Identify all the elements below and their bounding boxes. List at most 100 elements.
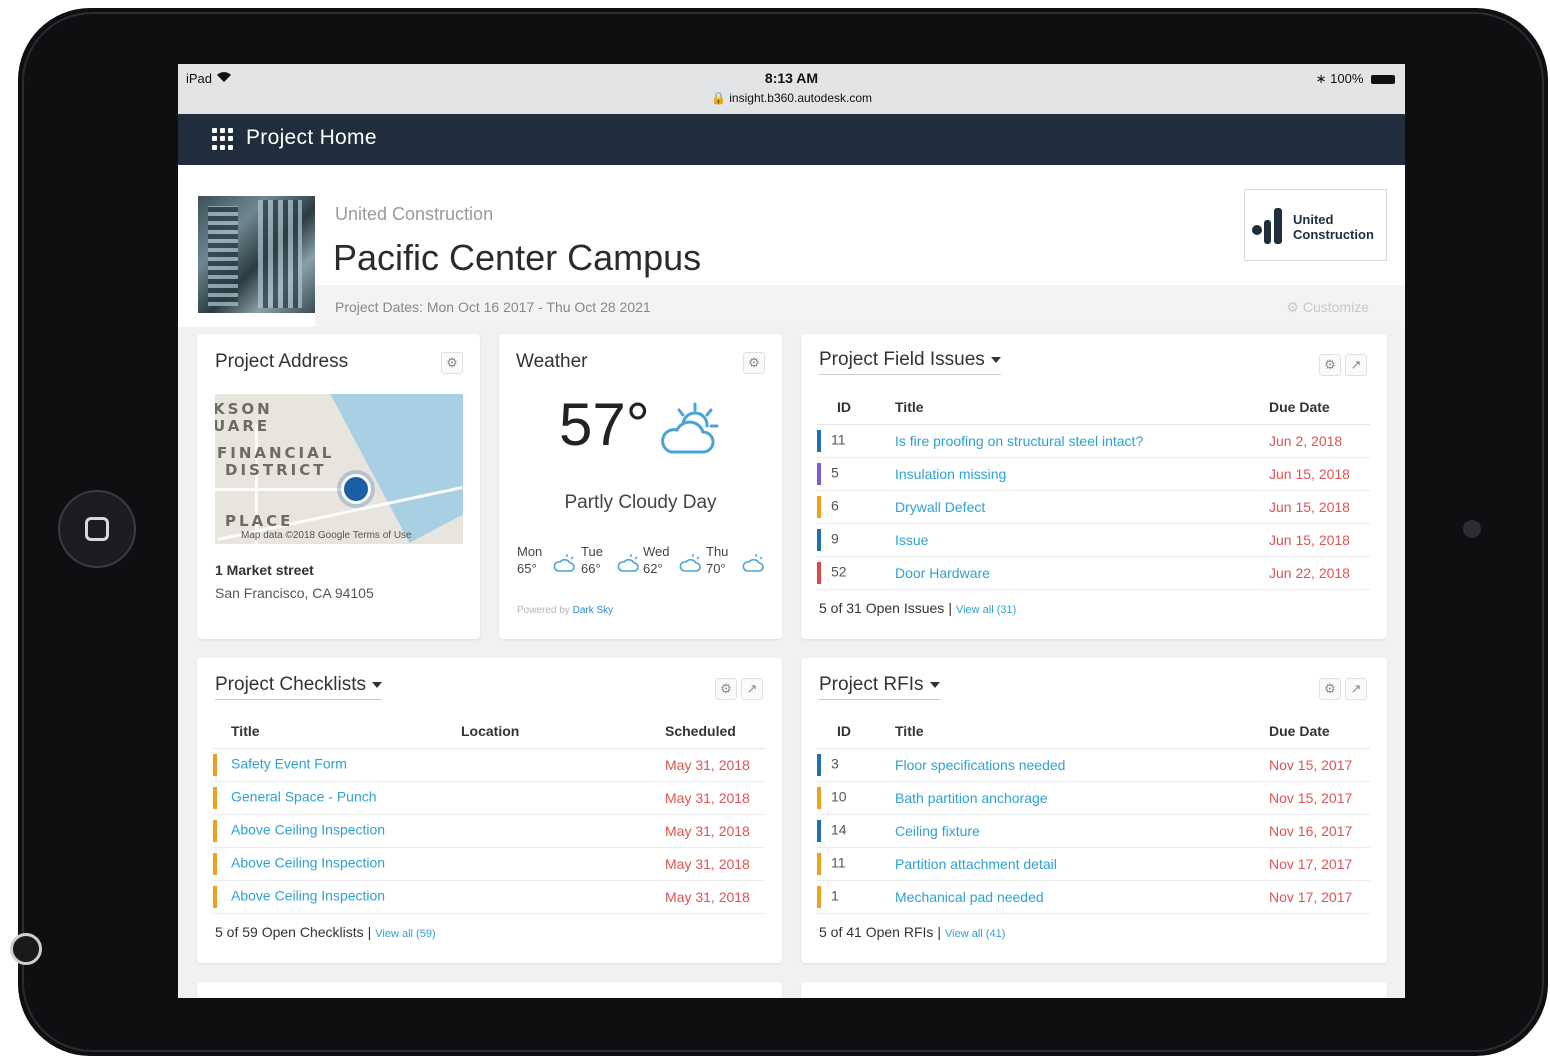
column-header-location[interactable]: Location [461, 714, 665, 749]
row-title-link[interactable]: Issue [895, 532, 928, 548]
table-row[interactable]: Above Ceiling Inspection May 31, 2018 [213, 880, 765, 914]
table-row[interactable]: Safety Event Form May 31, 2018 [213, 748, 765, 782]
table-row[interactable]: General Space - Punch May 31, 2018 [213, 781, 765, 815]
table-row[interactable]: 52 Door Hardware Jun 22, 2018 [817, 556, 1370, 590]
row-title-link[interactable]: Mechanical pad needed [895, 889, 1044, 905]
dark-sky-link[interactable]: Dark Sky [573, 605, 614, 616]
rfis-footer: 5 of 41 Open RFIs | View all (41) [819, 924, 1006, 940]
row-due-date: Nov 15, 2017 [1269, 790, 1353, 806]
table-row[interactable]: 6 Drywall Defect Jun 15, 2018 [817, 490, 1370, 524]
top-navbar: Project Home [178, 114, 1405, 165]
map-label: FINANCIAL [217, 444, 335, 462]
checklists-card: Project Checklists ⚙ ↗ Title Location Sc… [197, 658, 782, 963]
row-due-date: Jun 2, 2018 [1269, 433, 1343, 449]
row-id: 6 [831, 497, 839, 514]
battery-icon [1371, 75, 1395, 85]
row-title-link[interactable]: Above Ceiling Inspection [231, 822, 385, 838]
location-map[interactable]: KSON UARE FINANCIAL DISTRICT PLACE Map d… [215, 394, 463, 544]
table-row[interactable]: 3 Floor specifications needed Nov 15, 2017 [817, 748, 1370, 782]
status-bar-marker [817, 463, 821, 485]
forecast-day: Thu 70° [706, 544, 768, 576]
issues-expand-icon[interactable]: ↗ [1345, 354, 1367, 376]
status-bar-marker [213, 853, 217, 875]
customize-button[interactable]: ⚙ Customize [1286, 299, 1369, 316]
caret-down-icon [990, 356, 1001, 363]
column-header-id[interactable]: ID [817, 714, 895, 749]
status-bar-marker [817, 754, 821, 776]
column-header-title[interactable]: Title [895, 390, 1269, 425]
checklists-settings-gear-icon[interactable]: ⚙ [715, 678, 737, 700]
table-row[interactable]: 11 Partition attachment detail Nov 17, 201… [817, 847, 1370, 881]
column-header-scheduled[interactable]: Scheduled [665, 714, 765, 749]
column-header-due-date[interactable]: Due Date [1269, 390, 1370, 425]
table-row[interactable]: Above Ceiling Inspection May 31, 2018 [213, 847, 765, 881]
rfis-card: Project RFIs ⚙ ↗ ID Title Due Date 3 Floo… [801, 658, 1387, 963]
home-button[interactable] [58, 490, 136, 568]
rfis-view-all-link[interactable]: View all (41) [945, 928, 1005, 940]
logo-text-line2: Construction [1293, 227, 1374, 242]
checklists-dropdown[interactable]: Project Checklists [215, 674, 382, 700]
rfis-expand-icon[interactable]: ↗ [1345, 678, 1367, 700]
row-title-link[interactable]: Drywall Defect [895, 499, 985, 515]
rfis-dropdown[interactable]: Project RFIs [819, 674, 940, 700]
row-scheduled: May 31, 2018 [665, 790, 750, 806]
column-header-title[interactable]: Title [895, 714, 1269, 749]
checklists-expand-icon[interactable]: ↗ [741, 678, 763, 700]
app-menu-grid-icon[interactable] [212, 128, 234, 150]
row-id: 52 [831, 563, 847, 580]
row-title-link[interactable]: Is fire proofing on structural steel int… [895, 433, 1143, 449]
lock-icon: 🔒 [710, 91, 726, 105]
status-bar-marker [817, 496, 821, 518]
row-title-link[interactable]: Above Ceiling Inspection [231, 855, 385, 871]
address-settings-gear-icon[interactable]: ⚙ [441, 352, 463, 374]
side-button [10, 933, 42, 965]
issues-dropdown[interactable]: Project Field Issues [819, 349, 1001, 375]
row-title-link[interactable]: Above Ceiling Inspection [231, 888, 385, 904]
table-row[interactable]: Above Ceiling Inspection May 31, 2018 [213, 814, 765, 848]
status-bar-marker [817, 529, 821, 551]
row-title-link[interactable]: Bath partition anchorage [895, 790, 1048, 806]
table-row[interactable]: 5 Insulation missing Jun 15, 2018 [817, 457, 1370, 491]
column-header-due-date[interactable]: Due Date [1269, 714, 1370, 749]
row-title-link[interactable]: Door Hardware [895, 565, 990, 581]
row-title-link[interactable]: Safety Event Form [231, 756, 347, 772]
table-row[interactable]: 11 Is fire proofing on structural steel i… [817, 424, 1370, 458]
row-title-link[interactable]: General Space - Punch [231, 789, 377, 805]
table-row[interactable]: 9 Issue Jun 15, 2018 [817, 523, 1370, 557]
row-due-date: Nov 17, 2017 [1269, 856, 1353, 872]
clock: 8:13 AM [764, 70, 819, 86]
weather-settings-gear-icon[interactable]: ⚙ [743, 352, 765, 374]
row-title-link[interactable]: Ceiling fixture [895, 823, 980, 839]
map-label: KSON [215, 400, 273, 418]
column-header-title[interactable]: Title [213, 714, 461, 749]
checklists-view-all-link[interactable]: View all (59) [375, 928, 435, 940]
issues-card-title: Project Field Issues [819, 349, 985, 370]
status-bar-marker [817, 853, 821, 875]
issues-view-all-link[interactable]: View all (31) [956, 604, 1016, 616]
address-line-2: San Francisco, CA 94105 [215, 585, 374, 601]
row-id: 9 [831, 530, 839, 547]
row-title-link[interactable]: Partition attachment detail [895, 856, 1057, 872]
table-row[interactable]: 1 Mechanical pad needed Nov 17, 2017 [817, 880, 1370, 914]
row-due-date: Jun 15, 2018 [1269, 466, 1350, 482]
partly-cloudy-icon [742, 554, 764, 572]
row-due-date: Nov 16, 2017 [1269, 823, 1353, 839]
row-title-link[interactable]: Floor specifications needed [895, 757, 1065, 773]
weather-condition: Partly Cloudy Day [564, 492, 717, 513]
status-bar-marker [213, 820, 217, 842]
address-line-1: 1 Market street [215, 562, 314, 578]
caret-down-icon [929, 681, 940, 688]
column-header-id[interactable]: ID [817, 390, 895, 425]
url-bar[interactable]: 🔒 insight.b360.autodesk.com [178, 91, 1405, 105]
checklists-summary: 5 of 59 Open Checklists [215, 924, 364, 940]
row-id: 11 [831, 854, 846, 871]
bluetooth-icon: ∗ [1315, 71, 1327, 86]
rfis-settings-gear-icon[interactable]: ⚙ [1319, 678, 1341, 700]
rfis-table: ID Title Due Date 3 Floor specifications … [817, 714, 1370, 914]
table-row[interactable]: 14 Ceiling fixture Nov 16, 2017 [817, 814, 1370, 848]
row-title-link[interactable]: Insulation missing [895, 466, 1006, 482]
table-row[interactable]: 10 Bath partition anchorage Nov 15, 2017 [817, 781, 1370, 815]
issues-settings-gear-icon[interactable]: ⚙ [1319, 354, 1341, 376]
partly-cloudy-icon [553, 554, 575, 572]
partly-cloudy-icon [617, 554, 639, 572]
